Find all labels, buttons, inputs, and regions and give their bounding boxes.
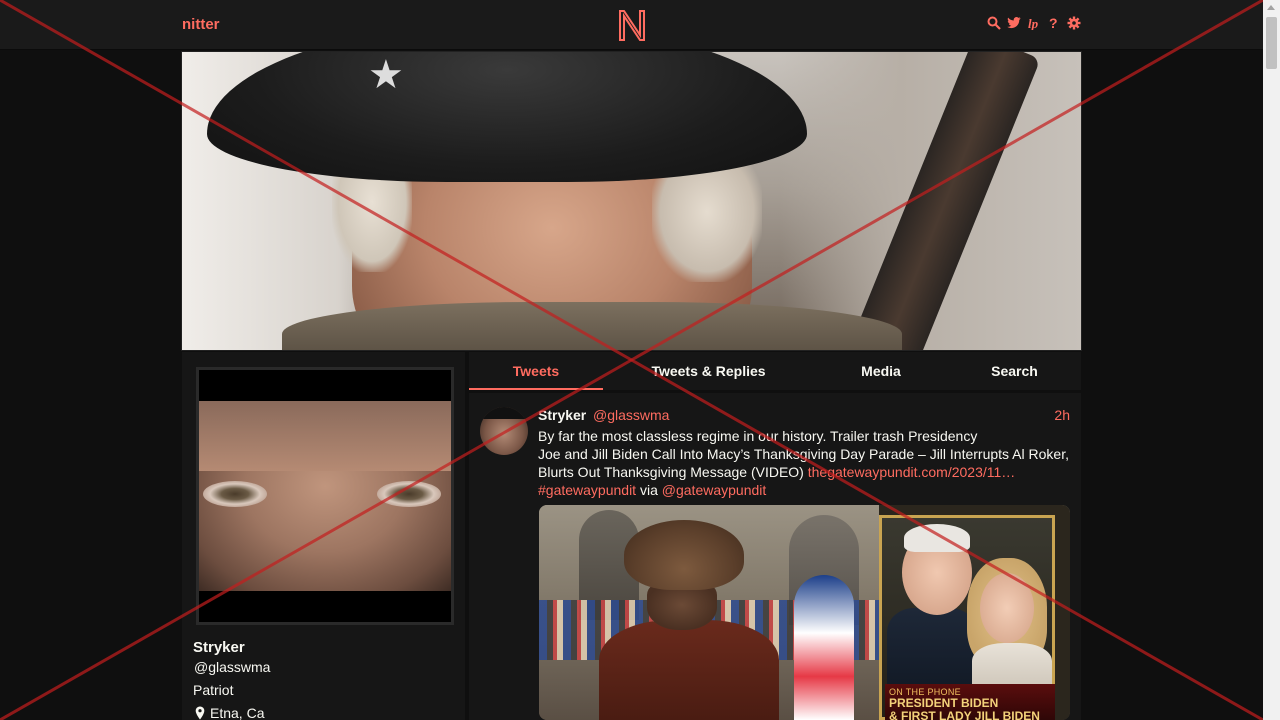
tweet-header: Stryker @glasswma 2h [538,407,1070,425]
tab-tweets-replies[interactable]: Tweets & Replies [603,352,814,390]
rss-icon[interactable]: lp [1027,15,1041,31]
nitter-home-link[interactable]: nitter [182,16,220,33]
profile-bio: Patriot [193,682,234,698]
tab-tweets[interactable]: Tweets [469,352,603,390]
banner-hat [207,52,807,182]
profile-location: Etna, Ca [195,705,264,720]
tweet-hashtag[interactable]: #gatewaypundit [538,482,636,498]
media-biden-hair [904,524,970,552]
chyron-line: & FIRST LADY JILL BIDEN [889,709,1040,720]
tweet-mention[interactable]: @gatewaypundit [662,482,767,498]
tweet-date[interactable]: 2h [1054,407,1070,423]
location-text: Etna, Ca [210,705,265,720]
settings-icon[interactable] [1067,15,1081,31]
tab-media[interactable]: Media [814,352,948,390]
profile-username[interactable]: @glasswma [194,659,270,675]
media-chyron: ON THE PHONE PRESIDENT BIDEN & FIRST LAD… [885,684,1055,720]
avatar-eye-right [377,481,441,507]
tweet-text-line: #gatewaypundit via @gatewaypundit [538,481,1078,499]
profile-tabs: Tweets Tweets & Replies Media Search [469,352,1081,390]
svg-text:?: ? [1049,16,1058,30]
media-jill-face [980,573,1034,643]
profile-avatar[interactable] [196,367,454,625]
media-man-hat [624,520,744,590]
tab-search[interactable]: Search [948,352,1081,390]
navbar: nitter lp ? [0,0,1263,50]
nitter-logo-icon[interactable] [616,8,648,42]
media-parade-scene [539,505,879,720]
banner-star-icon: ★ [368,53,404,97]
tweet-text: Blurts Out Thanksgiving Message (VIDEO) [538,464,808,480]
scroll-thumb[interactable] [1266,17,1277,69]
twitter-icon[interactable] [1007,15,1021,31]
scroll-up-arrow-icon[interactable] [1267,5,1275,10]
search-icon[interactable] [987,15,1001,31]
banner-coat [282,302,902,350]
tweet-media-image[interactable]: ON THE PHONE PRESIDENT BIDEN & FIRST LAD… [539,505,1070,720]
tweet-text-line: Joe and Jill Biden Call Into Macy’s Than… [538,446,1069,462]
tweet-avatar[interactable] [480,407,528,455]
tweet-text-line: Blurts Out Thanksgiving Message (VIDEO) … [538,463,1078,481]
tweet-via-text: via [636,482,662,498]
svg-text:lp: lp [1028,16,1039,30]
media-inset-frame: ON THE PHONE PRESIDENT BIDEN & FIRST LAD… [879,515,1055,720]
media-biden-suit [887,608,977,688]
profile-fullname[interactable]: Stryker [193,639,245,656]
scrollbar[interactable] [1263,0,1280,720]
media-jill-dress [972,643,1052,688]
profile-banner[interactable]: ★ [181,51,1082,351]
media-man-coat [599,620,779,720]
avatar-image [199,401,451,591]
profile-card: Stryker @glasswma Patriot Etna, Ca [182,352,465,720]
tweet-username[interactable]: @glasswma [593,407,669,423]
nav-icons: lp ? [987,15,1081,31]
media-clown [794,575,854,720]
media-inset: ON THE PHONE PRESIDENT BIDEN & FIRST LAD… [879,505,1070,720]
tweet-fullname[interactable]: Stryker [538,407,586,423]
location-pin-icon [195,706,205,720]
tweet-link[interactable]: thegatewaypundit.com/2023/11… [808,464,1016,480]
timeline: Stryker @glasswma 2h By far the most cla… [469,393,1081,720]
tweet-text-line: By far the most classless regime in our … [538,428,978,444]
avatar-brow [199,401,451,471]
help-icon[interactable]: ? [1047,15,1061,31]
tweet-content: By far the most classless regime in our … [538,427,1078,499]
avatar-eye-left [203,481,267,507]
